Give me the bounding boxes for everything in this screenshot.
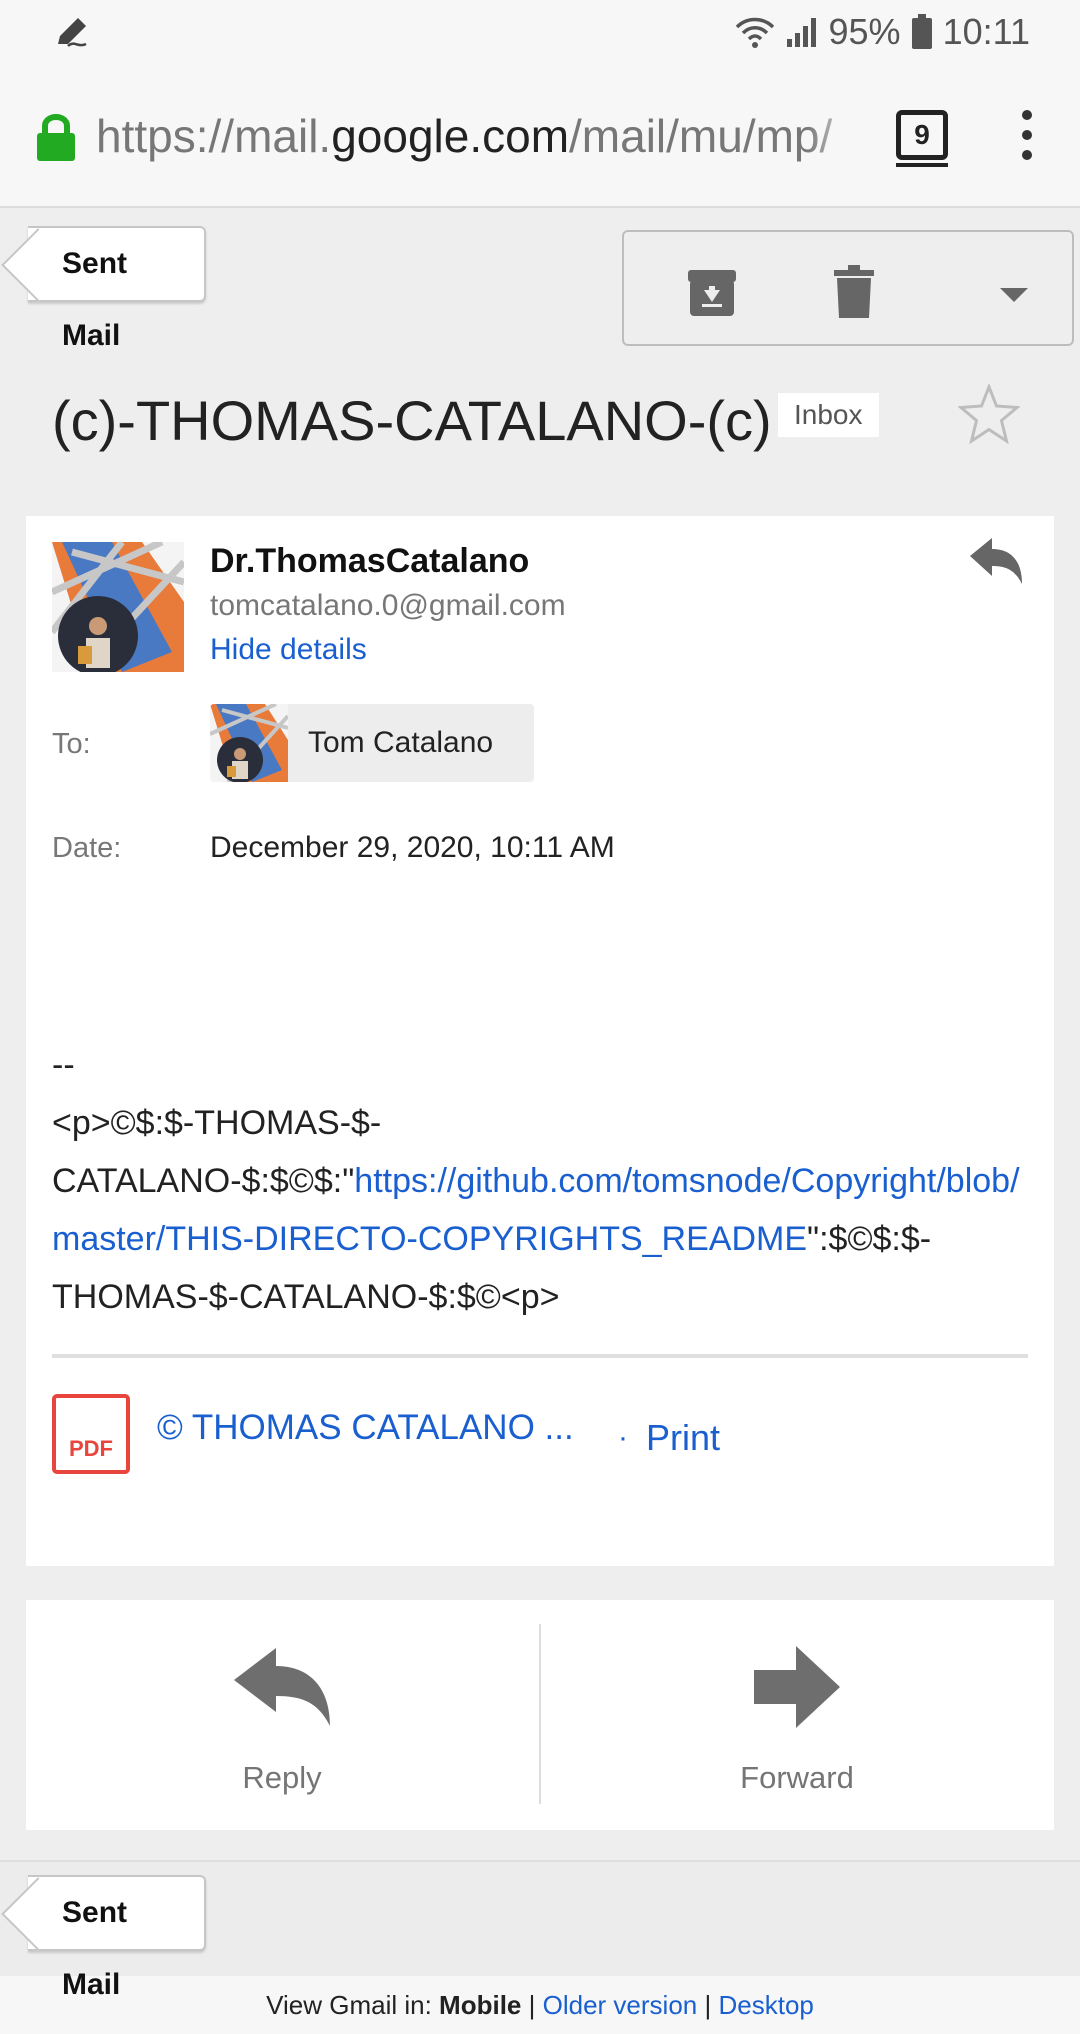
url-path: /mail/mu/mp/ xyxy=(569,110,833,162)
sender-name: Dr.ThomasCatalano xyxy=(210,542,530,580)
back-to-sent-mail-button[interactable]: Sent Mail xyxy=(28,226,206,352)
clock: 10:11 xyxy=(942,11,1030,52)
overflow-menu-icon[interactable] xyxy=(1012,110,1042,164)
url-fade xyxy=(806,106,866,166)
pen-icon xyxy=(58,18,87,47)
tab-switcher-button[interactable]: 9 xyxy=(896,110,948,167)
signature-separator: -- xyxy=(52,1046,75,1084)
wifi-icon xyxy=(735,17,774,48)
back-button-label: Sent Mail xyxy=(62,247,128,352)
attachment-link[interactable]: © THOMAS CATALANO ... xyxy=(157,1404,575,1452)
email-body: -- <p>©$:$-THOMAS-$-CATALANO-$:$©$:"http… xyxy=(52,1036,1032,1326)
lock-icon xyxy=(37,114,75,161)
archive-icon[interactable] xyxy=(682,262,742,322)
view-mode-footer: View Gmail in: Mobile | Older version | … xyxy=(0,1976,1080,2034)
recipient-name: Tom Catalano xyxy=(308,726,494,759)
trash-icon[interactable] xyxy=(824,262,884,322)
bottom-back-to-sent-mail-button[interactable]: Sent Mail xyxy=(28,1875,206,2001)
attachment-divider xyxy=(52,1354,1028,1358)
signal-icon xyxy=(786,18,816,47)
footer-prefix: View Gmail in: xyxy=(266,1990,432,2020)
reply-button[interactable]: Reply xyxy=(182,1758,382,1798)
signature-prefix: <p>©$:$-THOMAS-$-CATALANO-$:$©$:" xyxy=(52,1104,382,1200)
reply-forward-panel xyxy=(26,1600,1054,1830)
bottom-back-button-label: Sent Mail xyxy=(62,1896,128,2001)
sender-avatar xyxy=(52,542,184,672)
pdf-icon[interactable]: PDF xyxy=(52,1394,130,1474)
url-domain: google.com xyxy=(331,110,570,162)
hide-details-link[interactable]: Hide details xyxy=(210,630,367,670)
status-bar: 95% 10:11 xyxy=(0,0,1080,64)
reply-icon[interactable] xyxy=(968,536,1024,588)
signature-text: <p>©$:$-THOMAS-$-CATALANO-$:$©$:"https:/… xyxy=(52,1094,1032,1326)
desktop-link[interactable]: Desktop xyxy=(718,1990,813,2020)
to-label: To: xyxy=(52,728,91,760)
status-right: 95% 10:11 xyxy=(735,8,1030,56)
forward-button[interactable]: Forward xyxy=(697,1758,897,1798)
star-icon[interactable] xyxy=(958,384,1020,444)
url-prefix: https://mail. xyxy=(96,110,332,162)
message-toolbar xyxy=(622,230,1074,346)
attachment-separator: · xyxy=(618,1421,628,1454)
email-subject: (c)-THOMAS-CATALANO-(c) xyxy=(52,389,772,452)
more-dropdown-icon[interactable] xyxy=(984,262,1044,322)
footer-mobile: Mobile xyxy=(439,1990,522,2020)
date-label: Date: xyxy=(52,832,122,864)
battery-icon xyxy=(911,14,932,49)
forward-icon[interactable] xyxy=(752,1644,842,1730)
actions-divider xyxy=(539,1624,541,1804)
recipient-avatar xyxy=(210,704,288,782)
browser-toolbar: https://mail.google.com/mail/mu/mp/ 9 xyxy=(0,64,1080,208)
url-field[interactable]: https://mail.google.com/mail/mu/mp/ xyxy=(96,106,866,166)
battery-percent: 95% xyxy=(828,11,901,52)
sender-email: tomcatalano.0@gmail.com xyxy=(210,589,566,622)
reply-large-icon[interactable] xyxy=(232,1646,332,1728)
date-value: December 29, 2020, 10:11 AM xyxy=(210,831,615,864)
pdf-label: PDF xyxy=(69,1436,113,1461)
recipient-chip[interactable]: Tom Catalano xyxy=(210,704,534,782)
print-link[interactable]: Print xyxy=(646,1414,720,1462)
older-version-link[interactable]: Older version xyxy=(543,1990,698,2020)
footer-sep-2: | xyxy=(704,1990,712,2020)
inbox-label-badge[interactable]: Inbox xyxy=(778,393,879,437)
footer-sep-1: | xyxy=(528,1990,536,2020)
